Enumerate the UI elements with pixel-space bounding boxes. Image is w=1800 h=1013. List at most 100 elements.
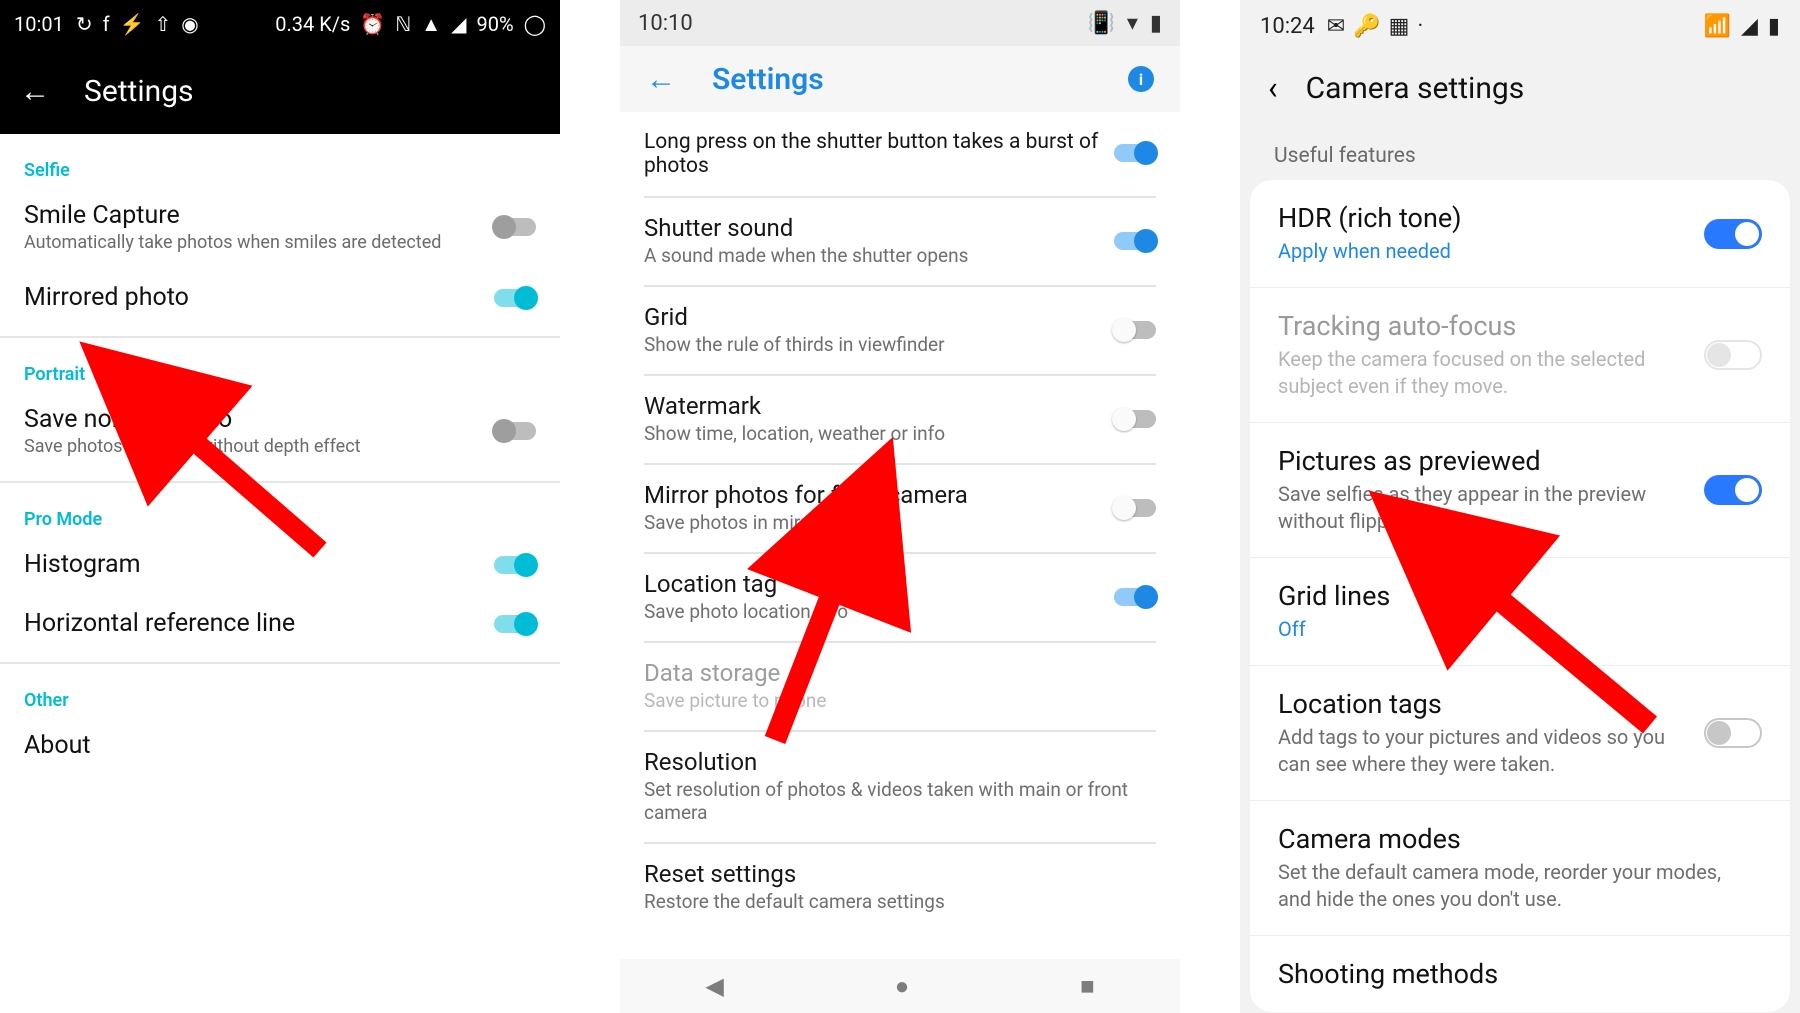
loc-title: Location tag (644, 570, 1102, 598)
shutter-title: Shutter sound (644, 214, 1102, 242)
row-mirrored-photo[interactable]: Mirrored photo (0, 269, 560, 328)
mirror-toggle[interactable] (1114, 499, 1156, 517)
row-pictures-previewed[interactable]: Pictures as previewed Save selfies as th… (1250, 423, 1790, 558)
smile-capture-sub: Automatically take photos when smiles ar… (24, 232, 494, 253)
track-title: Tracking auto-focus (1278, 310, 1688, 342)
shoot-title: Shooting methods (1278, 958, 1746, 990)
page-title: Camera settings (1306, 71, 1525, 106)
app-icon: ▦ (1389, 14, 1410, 39)
signal-icon: ◢ (451, 12, 466, 36)
row-about[interactable]: About (0, 717, 560, 776)
row-resolution[interactable]: Resolution Set resolution of photos & vi… (644, 732, 1156, 844)
preview-sub: Save selfies as they appear in the previ… (1278, 481, 1688, 535)
section-other: Other (0, 664, 560, 717)
row-grid-lines[interactable]: Grid lines Off (1250, 558, 1790, 666)
save-normal-toggle[interactable] (494, 422, 536, 440)
upload-icon: ⇧ (154, 12, 171, 36)
gridlines-title: Grid lines (1278, 580, 1746, 612)
about-title: About (24, 731, 536, 760)
row-location-tags[interactable]: Location tags Add tags to your pictures … (1250, 666, 1790, 801)
row-watermark[interactable]: Watermark Show time, location, weather o… (644, 376, 1156, 465)
grid-sub: Show the rule of thirds in viewfinder (644, 333, 1102, 356)
row-tracking-af: Tracking auto-focus Keep the camera focu… (1250, 288, 1790, 423)
row-shutter-sound[interactable]: Shutter sound A sound made when the shut… (644, 198, 1156, 287)
section-selfie: Selfie (0, 134, 560, 187)
wifi-icon: ▾ (1127, 11, 1138, 36)
row-location-tag[interactable]: Location tag Save photo location info (644, 554, 1156, 643)
info-button[interactable]: i (1128, 66, 1154, 92)
status-bar: 10:10 📳 ▾ ▮ (620, 0, 1180, 46)
alarm-icon: ⏰ (360, 12, 385, 36)
track-sub: Keep the camera focused on the selected … (1278, 346, 1688, 400)
row-histogram[interactable]: Histogram (0, 536, 560, 595)
page-title: Settings (84, 74, 194, 109)
res-sub: Set resolution of photos & videos taken … (644, 778, 1144, 824)
facebook-icon: f (103, 12, 110, 36)
settings-card: HDR (rich tone) Apply when needed Tracki… (1250, 180, 1790, 1012)
nav-home-icon[interactable]: ● (895, 972, 910, 1001)
row-camera-modes[interactable]: Camera modes Set the default camera mode… (1250, 801, 1790, 936)
row-smile-capture[interactable]: Smile Capture Automatically take photos … (0, 187, 560, 269)
horizontal-ref-title: Horizontal reference line (24, 609, 494, 638)
shutter-sub: A sound made when the shutter opens (644, 244, 1102, 267)
row-mirror-front[interactable]: Mirror photos for front camera Save phot… (644, 465, 1156, 554)
phone-oneplus: 10:01 ↻ f ⚡ ⇧ ◉ 0.34 K/s ⏰ ℕ ▲ ◢ 90% ◯ ←… (0, 0, 560, 1013)
res-title: Resolution (644, 748, 1144, 776)
shutter-toggle[interactable] (1114, 232, 1156, 250)
preview-toggle[interactable] (1704, 475, 1762, 505)
nav-recents-icon[interactable]: ■ (1080, 972, 1095, 1001)
track-toggle (1704, 340, 1762, 370)
nav-bar: ◀ ● ■ (620, 959, 1180, 1013)
smile-capture-toggle[interactable] (494, 218, 536, 236)
burst-toggle[interactable] (1114, 144, 1156, 162)
status-time: 10:24 (1260, 14, 1315, 39)
storage-title: Data storage (644, 659, 1144, 687)
row-shooting-methods[interactable]: Shooting methods (1250, 936, 1790, 1012)
histogram-toggle[interactable] (494, 556, 536, 574)
app-header: ← Settings (0, 48, 560, 134)
section-portrait: Portrait (0, 338, 560, 391)
back-icon[interactable]: ← (646, 62, 676, 97)
modes-sub: Set the default camera mode, reorder you… (1278, 859, 1746, 913)
settings-list: Long press on the shutter button takes a… (620, 112, 1180, 931)
status-time: 10:10 (638, 11, 693, 36)
mirrored-photo-toggle[interactable] (494, 289, 536, 307)
back-icon[interactable]: ← (20, 74, 50, 109)
gridlines-sub: Off (1278, 616, 1746, 643)
watermark-toggle[interactable] (1114, 410, 1156, 428)
battery-percent: 90% (476, 12, 513, 36)
loc-toggle[interactable] (1114, 588, 1156, 606)
row-horizontal-ref[interactable]: Horizontal reference line (0, 595, 560, 654)
row-burst[interactable]: Long press on the shutter button takes a… (644, 112, 1156, 198)
row-grid[interactable]: Grid Show the rule of thirds in viewfind… (644, 287, 1156, 376)
grid-toggle[interactable] (1114, 321, 1156, 339)
app-header: ‹ Camera settings (1240, 52, 1800, 124)
burst-sub: Long press on the shutter button takes a… (644, 130, 1102, 178)
wifi-icon: ▲ (421, 12, 441, 37)
smile-capture-title: Smile Capture (24, 201, 494, 230)
phone-samsung: 10:24 ✉ 🔑 ▦ · 📶 ◢ ▮ ‹ Camera settings Us… (1240, 0, 1800, 1013)
battery-icon: ◯ (524, 12, 546, 36)
row-save-normal-photo[interactable]: Save normal photo Save photos with and w… (0, 391, 560, 473)
grid-title: Grid (644, 303, 1102, 331)
horizontal-ref-toggle[interactable] (494, 615, 536, 633)
modes-title: Camera modes (1278, 823, 1746, 855)
reset-sub: Restore the default camera settings (644, 890, 1144, 913)
save-normal-sub: Save photos with and without depth effec… (24, 436, 494, 457)
mirrored-photo-title: Mirrored photo (24, 283, 494, 312)
reset-title: Reset settings (644, 860, 1144, 888)
battery-icon: ▮ (1150, 11, 1162, 36)
loctags-title: Location tags (1278, 688, 1688, 720)
hdr-toggle[interactable] (1704, 219, 1762, 249)
nav-back-icon[interactable]: ◀ (705, 972, 723, 1000)
notification-icon: ◉ (181, 12, 198, 36)
row-reset[interactable]: Reset settings Restore the default camer… (644, 844, 1156, 931)
loc-sub: Save photo location info (644, 600, 1102, 623)
row-hdr[interactable]: HDR (rich tone) Apply when needed (1250, 180, 1790, 288)
wifi-icon: 📶 (1704, 14, 1731, 39)
loctags-toggle[interactable] (1704, 718, 1762, 748)
mirror-title: Mirror photos for front camera (644, 481, 1102, 509)
histogram-title: Histogram (24, 550, 494, 579)
battery-icon: ▮ (1768, 14, 1780, 39)
back-icon[interactable]: ‹ (1268, 69, 1278, 107)
